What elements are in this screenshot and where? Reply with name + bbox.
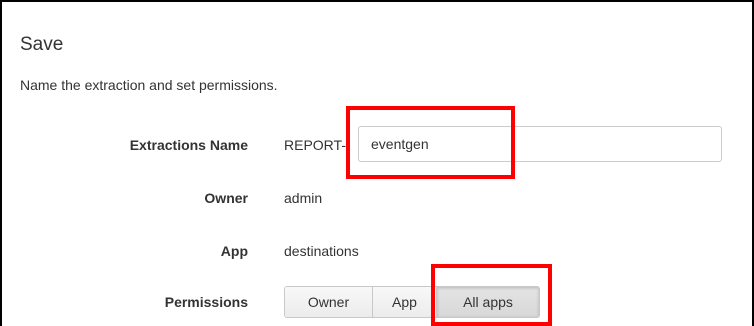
extraction-name-prefix: REPORT- [284,137,346,153]
permission-app-button[interactable]: App [373,287,437,317]
permissions-label: Permissions [164,294,248,310]
dialog-title: Save [20,34,64,55]
permission-all-apps-button[interactable]: All apps [437,287,539,317]
permission-owner-button[interactable]: Owner [285,287,373,317]
app-label: App [220,243,248,259]
owner-label: Owner [204,190,248,206]
app-value: destinations [284,243,359,259]
extraction-name-label: Extractions Name [129,137,248,153]
extraction-name-input[interactable] [358,126,722,162]
owner-value: admin [284,190,323,206]
permissions-button-group: Owner App All apps [284,286,540,318]
dialog-subtitle: Name the extraction and set permissions. [20,77,278,93]
save-dialog: Save Name the extraction and set permiss… [0,0,754,326]
